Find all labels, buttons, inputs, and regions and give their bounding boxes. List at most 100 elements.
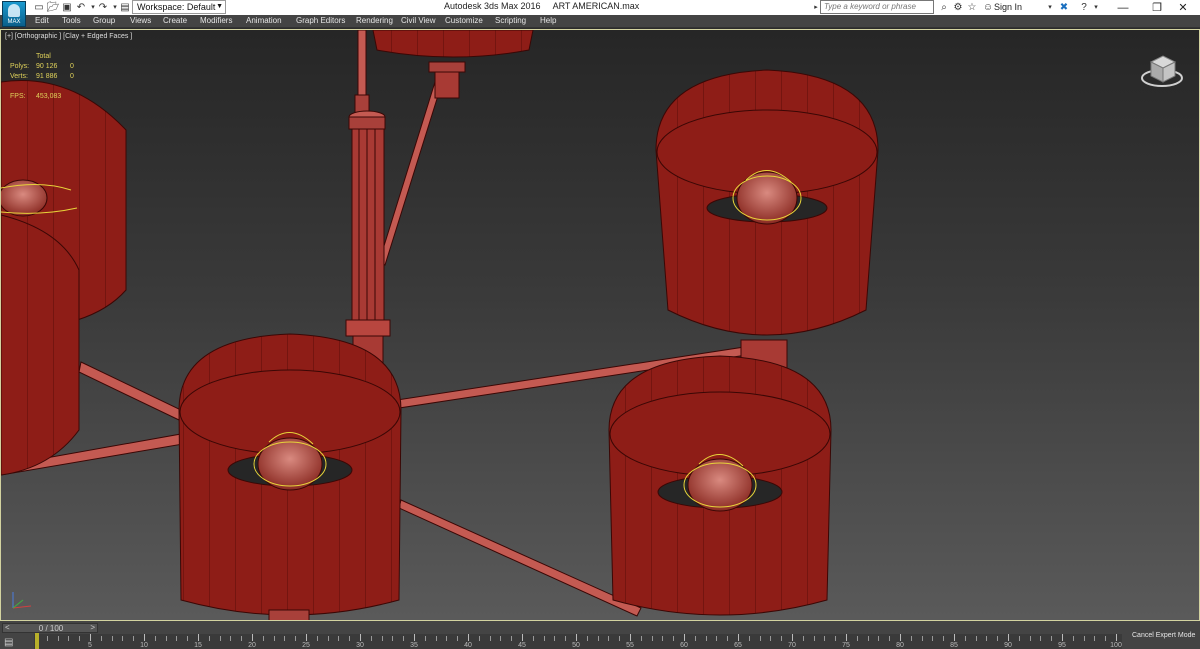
timeline-tick bbox=[252, 634, 253, 641]
workspace-select-value: Workspace: Default bbox=[137, 2, 216, 12]
menu-graph-editors[interactable]: Graph Editors bbox=[296, 16, 345, 25]
timeline-tick bbox=[468, 634, 469, 641]
timeline-tick bbox=[684, 634, 685, 641]
help-icon[interactable]: ? bbox=[1078, 1, 1090, 13]
new-file-icon[interactable]: ▭ bbox=[32, 1, 46, 13]
lamp-left-lower bbox=[1, 214, 80, 476]
perspective-viewport[interactable]: [+] [Orthographic ] [Clay + Edged Faces … bbox=[0, 29, 1200, 621]
center-column bbox=[345, 94, 391, 367]
timeline-tick-label: 45 bbox=[518, 642, 526, 649]
timeline-tick bbox=[457, 636, 459, 641]
timeline-tick bbox=[1018, 636, 1020, 641]
timeline-tick bbox=[997, 636, 999, 641]
favorites-icon[interactable]: ☆ bbox=[966, 1, 978, 13]
timeline-tick bbox=[910, 636, 912, 641]
timeline-tick bbox=[738, 634, 739, 641]
project-folder-icon[interactable]: ▤ bbox=[118, 1, 132, 13]
timeline-tick bbox=[867, 636, 869, 641]
lamp-right-upper bbox=[655, 69, 879, 377]
timeline-tick bbox=[932, 636, 934, 641]
search-icon[interactable]: ⌕ bbox=[938, 1, 950, 13]
stats-header: Total bbox=[36, 53, 51, 60]
viewcube-icon[interactable] bbox=[1139, 48, 1185, 92]
timeline-tick-label: 100 bbox=[1110, 642, 1122, 649]
timeline-tick bbox=[662, 636, 664, 641]
timeline-tick bbox=[68, 636, 70, 641]
window-title: Autodesk 3ds Max 2016 ART AMERICAN.max bbox=[444, 1, 640, 11]
timeline-tick bbox=[262, 636, 264, 641]
timeline-tick bbox=[144, 634, 145, 641]
timeline-tick bbox=[597, 636, 599, 641]
timeline-tick bbox=[165, 636, 167, 641]
timeline-tick bbox=[532, 636, 534, 641]
menu-scripting[interactable]: Scripting bbox=[495, 16, 526, 25]
timeline-tick-label: 10 bbox=[140, 642, 148, 649]
search-input[interactable]: Type a keyword or phrase bbox=[820, 0, 934, 14]
time-slider[interactable]: < 0 / 100 > bbox=[2, 623, 98, 633]
sign-in-dropdown-icon[interactable]: ▾ bbox=[1044, 1, 1056, 13]
menu-views[interactable]: Views bbox=[130, 16, 151, 25]
timeline-tick bbox=[219, 636, 221, 641]
track-bar[interactable]: 5 10 15 20 25 30 35 40 45 50 55 60 65 70 75 80 85 90 95 100 bbox=[34, 634, 1122, 649]
timeline-tick bbox=[111, 636, 113, 641]
help-dropdown-icon[interactable]: ▾ bbox=[1090, 1, 1102, 13]
timeline-tick bbox=[802, 636, 804, 641]
menu-edit[interactable]: Edit bbox=[35, 16, 49, 25]
exchange-apps-icon[interactable]: ✖ bbox=[1058, 1, 1070, 13]
timeline-tick-label: 80 bbox=[896, 642, 904, 649]
timeline-tick bbox=[327, 636, 329, 641]
sign-in-button[interactable]: Sign In bbox=[994, 2, 1022, 12]
lamp-right-lower bbox=[608, 355, 832, 616]
menu-civil-view[interactable]: Civil View bbox=[401, 16, 436, 25]
minimize-icon[interactable]: — bbox=[1106, 0, 1140, 15]
timeline-tick bbox=[986, 636, 988, 641]
close-icon[interactable]: ✕ bbox=[1166, 0, 1200, 15]
next-frame-button[interactable]: > bbox=[90, 623, 95, 632]
title-bar: MAX ▭ 📂︎ ▣ ↶ ▾ ↷ ▾ ▤ Workspace: Default … bbox=[0, 0, 1200, 27]
menu-rendering[interactable]: Rendering bbox=[356, 16, 393, 25]
timeline-tick bbox=[1116, 634, 1117, 641]
timeline-tick bbox=[230, 636, 232, 641]
verts-value: 91 886 bbox=[36, 73, 58, 80]
timeline-tick bbox=[198, 634, 199, 641]
viewport-label-menu[interactable]: [+] [Orthographic ] [Clay + Edged Faces … bbox=[5, 33, 132, 40]
timeline-tick bbox=[964, 636, 966, 641]
timeline-tick bbox=[748, 636, 750, 641]
menu-modifiers[interactable]: Modifiers bbox=[200, 16, 232, 25]
timeline-tick bbox=[370, 636, 372, 641]
track-bar-toggle-icon[interactable]: ▤ bbox=[4, 637, 13, 648]
workspace-select[interactable]: Workspace: Default ▼ bbox=[132, 0, 226, 14]
menu-group[interactable]: Group bbox=[93, 16, 115, 25]
time-cursor[interactable] bbox=[35, 633, 39, 649]
menu-customize[interactable]: Customize bbox=[445, 16, 483, 25]
menu-tools[interactable]: Tools bbox=[62, 16, 81, 25]
subscription-icon[interactable]: ⚙ bbox=[952, 1, 964, 13]
menu-create[interactable]: Create bbox=[163, 16, 187, 25]
timeline-tick-label: 30 bbox=[356, 642, 364, 649]
timeline-tick bbox=[316, 636, 318, 641]
user-icon[interactable]: ☺ bbox=[982, 1, 994, 13]
timeline-tick bbox=[1040, 636, 1042, 641]
timeline-tick bbox=[122, 636, 124, 641]
timeline-tick bbox=[381, 636, 383, 641]
app-logo-button[interactable]: MAX bbox=[2, 1, 26, 27]
timeline-tick bbox=[1094, 636, 1096, 641]
cancel-expert-mode-button[interactable]: Cancel Expert Mode bbox=[1132, 632, 1195, 639]
timeline-tick-label: 15 bbox=[194, 642, 202, 649]
prev-frame-button[interactable]: < bbox=[5, 623, 10, 632]
save-file-icon[interactable]: ▣ bbox=[60, 1, 74, 13]
timeline-tick-label: 50 bbox=[572, 642, 580, 649]
timeline-tick bbox=[1051, 636, 1053, 641]
timeline-tick bbox=[338, 636, 340, 641]
timeline-tick-label: 90 bbox=[1004, 642, 1012, 649]
timeline-tick bbox=[813, 636, 815, 641]
timeline-tick-label: 70 bbox=[788, 642, 796, 649]
timeline-tick bbox=[954, 634, 955, 641]
timeline-tick bbox=[46, 636, 48, 641]
menu-animation[interactable]: Animation bbox=[246, 16, 282, 25]
open-file-icon[interactable]: 📂︎ bbox=[46, 1, 60, 13]
fps-value: 453,083 bbox=[36, 93, 62, 100]
timeline-tick bbox=[522, 634, 523, 641]
timeline-tick-label: 20 bbox=[248, 642, 256, 649]
menu-help[interactable]: Help bbox=[540, 16, 556, 25]
